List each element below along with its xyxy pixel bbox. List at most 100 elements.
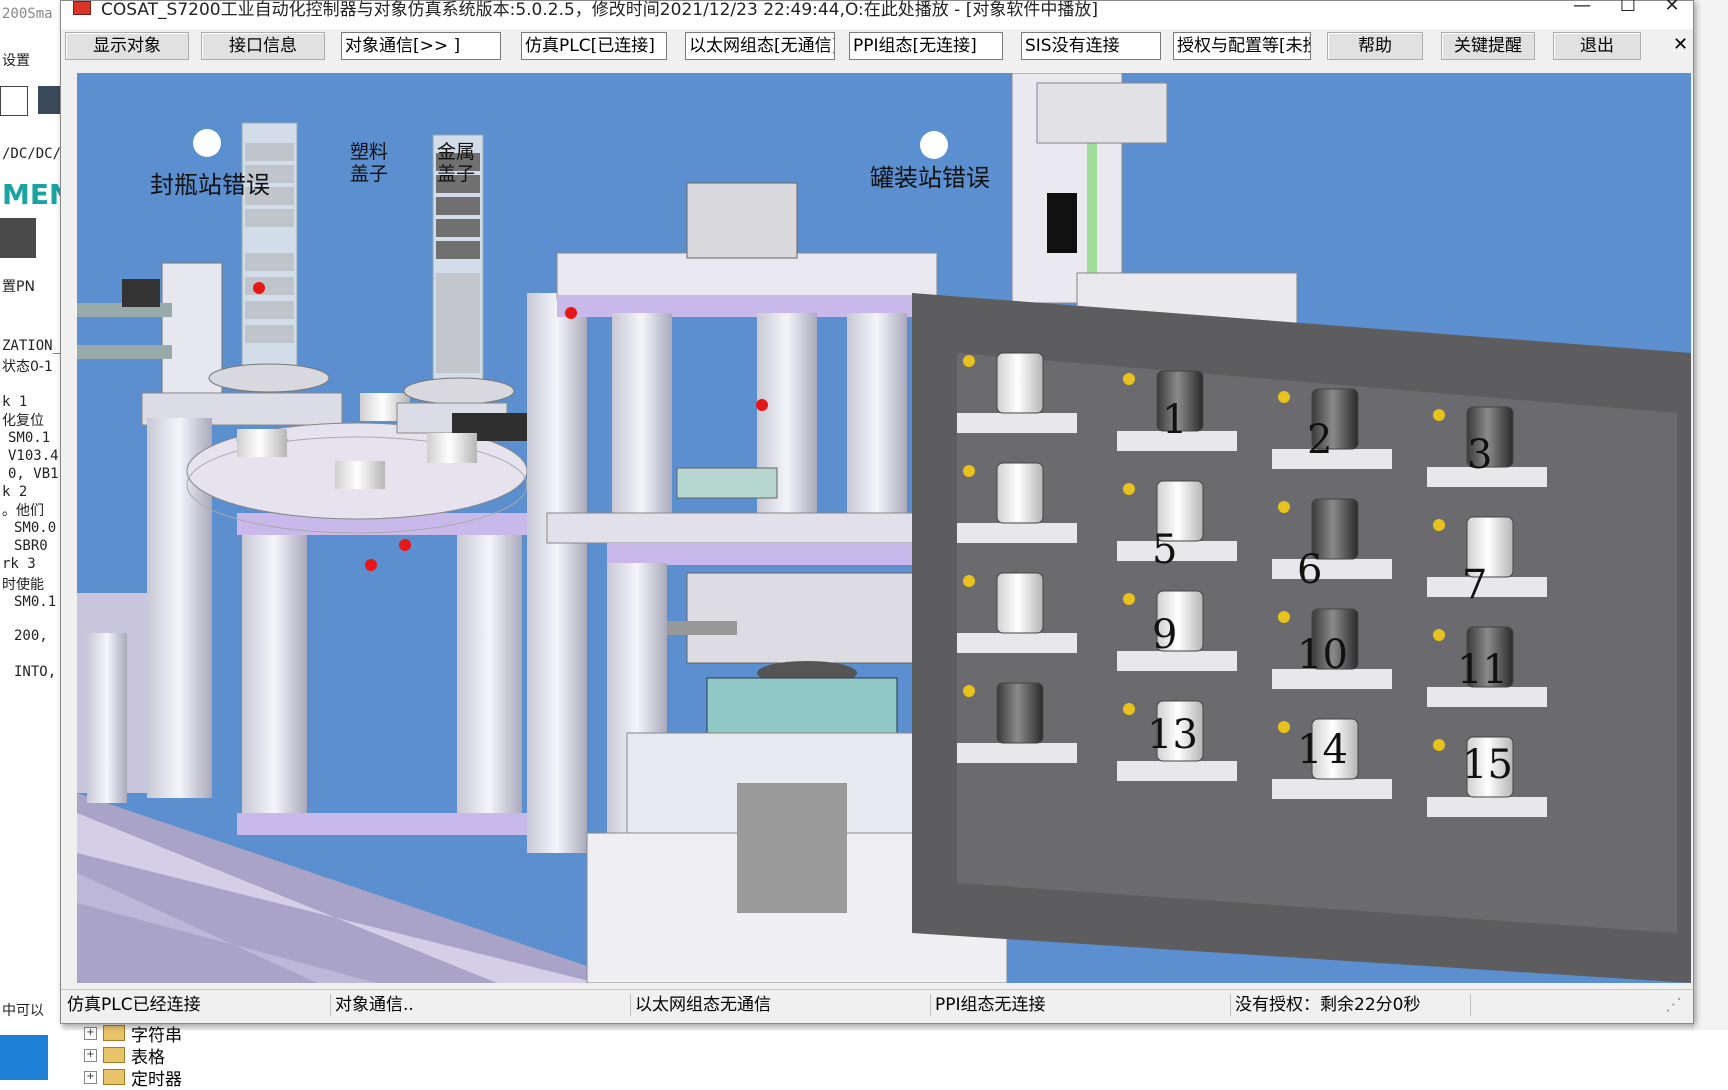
slot-sensor-indicator <box>963 355 975 367</box>
cylinder-rod <box>667 621 737 635</box>
bottle-on-table <box>335 461 385 489</box>
bg-icon <box>0 86 28 116</box>
bg-line: k 2 <box>2 484 28 500</box>
bottle-on-table <box>427 433 477 463</box>
stored-workpiece[interactable] <box>996 462 1044 524</box>
license-status: 没有授权：剩余22分0秒 <box>1231 994 1471 1016</box>
simulator-window: COSAT_S7200工业自动化控制器与对象仿真系统版本:5.0.2.5，修改时… <box>60 0 1694 1024</box>
frame-beam <box>607 543 927 565</box>
background-right-panel <box>1692 0 1728 1080</box>
filling-status-lamp <box>920 131 948 159</box>
app-icon <box>73 1 91 15</box>
interface-info-button[interactable]: 接口信息 <box>201 32 325 60</box>
ethernet-config-field[interactable]: 以太网组态[无通信] <box>685 32 835 60</box>
exit-button[interactable]: 退出 <box>1553 32 1641 60</box>
bg-line: 200Sma <box>2 6 53 22</box>
show-objects-button[interactable]: 显示对象 <box>65 32 189 60</box>
rack-shelf <box>1272 559 1392 579</box>
filling-error-label: 罐装站错误 <box>870 164 990 192</box>
stored-workpiece[interactable] <box>996 572 1044 634</box>
bg-line: k 1 <box>2 394 28 410</box>
slot-number: 9 <box>1152 612 1177 658</box>
slot-number: 7 <box>1462 562 1487 608</box>
bg-line: 200, <box>14 628 48 644</box>
slot-number: 5 <box>1152 527 1177 573</box>
folder-icon <box>103 1025 125 1041</box>
tree-item[interactable]: + 字符串 <box>84 1022 182 1046</box>
background-editor-panel: 200Sma 设置 /DC/DC/ MEN 置PN ZATION_ 状态0-1 … <box>0 0 62 1080</box>
tree-item[interactable]: + 表格 <box>84 1044 182 1068</box>
bg-device-image <box>0 218 36 258</box>
filling-slide-table <box>546 512 928 544</box>
bg-line: /DC/DC/ <box>2 146 62 162</box>
bg-line: SM0.0 <box>14 520 57 536</box>
expand-icon[interactable]: + <box>84 1070 97 1084</box>
ppi-status: PPI组态无连接 <box>931 994 1231 1016</box>
resize-grip-icon[interactable]: ⋰ <box>1661 994 1685 1016</box>
sis-status-field[interactable]: SIS没有连接 <box>1021 32 1161 60</box>
help-button[interactable]: 帮助 <box>1327 32 1423 60</box>
expand-icon[interactable]: + <box>84 1026 97 1040</box>
slot-number: 10 <box>1297 632 1348 678</box>
plc-status: 仿真PLC已经连接 <box>63 994 331 1016</box>
taskbar-segment <box>0 1035 48 1080</box>
close-icon[interactable]: ✕ <box>1673 34 1688 55</box>
metal-cap-label: 盖子 <box>437 163 475 185</box>
folder-icon <box>103 1069 125 1085</box>
status-bar: 仿真PLC已经连接 对象通信.. 以太网组态无通信 PPI组态无连接 没有授权：… <box>61 989 1693 1020</box>
red-indicator <box>756 399 768 411</box>
slot-sensor-indicator <box>1278 391 1290 403</box>
minimize-button[interactable]: — <box>1559 0 1605 21</box>
slot-sensor-indicator <box>1123 703 1135 715</box>
slot-number: 15 <box>1462 742 1513 788</box>
metal-cap-label: 金属 <box>437 141 475 163</box>
rack-shelf <box>957 743 1077 763</box>
slot-number: 3 <box>1467 432 1492 478</box>
station-column <box>242 523 307 823</box>
rack-shelf <box>1427 797 1547 817</box>
maximize-button[interactable]: ☐ <box>1605 0 1651 21</box>
slot-sensor-indicator <box>1433 409 1445 421</box>
bg-icon <box>38 86 60 114</box>
simulation-viewport[interactable]: 封瓶站错误 罐装站错误 塑料 盖子 金属 盖子 1 2 3 5 6 7 9 10 11 13 14 1… <box>77 73 1691 983</box>
bg-line: SM0.1 <box>14 594 57 610</box>
bg-line: 中可以 <box>2 1003 44 1019</box>
slot-sensor-indicator <box>1278 611 1290 623</box>
tree-item-label: 定时器 <box>131 1069 182 1090</box>
cylinder-rod <box>77 345 172 359</box>
window-close-button[interactable]: ✕ <box>1649 0 1695 21</box>
bg-line: ZATION_ <box>2 338 62 354</box>
slot-sensor-indicator <box>1123 483 1135 495</box>
slot-number: 6 <box>1297 547 1322 593</box>
plastic-cap-label: 塑料 <box>350 141 388 163</box>
ppi-config-field[interactable]: PPI组态[无连接] <box>849 32 1003 60</box>
rack-shelf <box>957 413 1077 433</box>
sim-plc-field[interactable]: 仿真PLC[已连接] <box>521 32 667 60</box>
magazine-base <box>403 377 515 405</box>
tree-item[interactable]: + 定时器 <box>84 1066 182 1090</box>
bottle-on-table <box>237 429 287 457</box>
background-bottom-panel <box>0 1030 1728 1080</box>
slot-number: 13 <box>1147 712 1198 758</box>
slot-number: 2 <box>1307 417 1332 463</box>
title-bar: COSAT_S7200工业自动化控制器与对象仿真系统版本:5.0.2.5，修改时… <box>61 0 1695 29</box>
comm-status: 对象通信.. <box>331 994 631 1016</box>
lift-top-block <box>1036 82 1168 144</box>
station-column <box>457 523 522 823</box>
license-config-field[interactable]: 授权与配置等[未授权] <box>1173 32 1311 60</box>
expand-icon[interactable]: + <box>84 1048 97 1062</box>
stored-workpiece[interactable] <box>996 352 1044 414</box>
key-reminder-button[interactable]: 关键提醒 <box>1441 32 1535 60</box>
red-indicator <box>365 559 377 571</box>
filling-cylinder <box>686 182 798 259</box>
bg-line: 时使能 <box>2 577 44 593</box>
toolbar: 显示对象 接口信息 对象通信[>> ] 仿真PLC[已连接] 以太网组态[无通信… <box>61 29 1693 65</box>
slot-number: 11 <box>1457 647 1508 693</box>
stored-workpiece[interactable] <box>996 682 1044 744</box>
folder-icon <box>103 1047 125 1063</box>
production-line-scene[interactable]: 封瓶站错误 罐装站错误 塑料 盖子 金属 盖子 1 2 3 5 6 7 9 10 11 13 14 1… <box>77 73 1691 983</box>
object-comm-field[interactable]: 对象通信[>> ] <box>341 32 501 60</box>
capping-error-label: 封瓶站错误 <box>150 171 270 199</box>
bg-line: 。他们 <box>2 503 44 519</box>
sensor-cylinder <box>122 279 160 307</box>
